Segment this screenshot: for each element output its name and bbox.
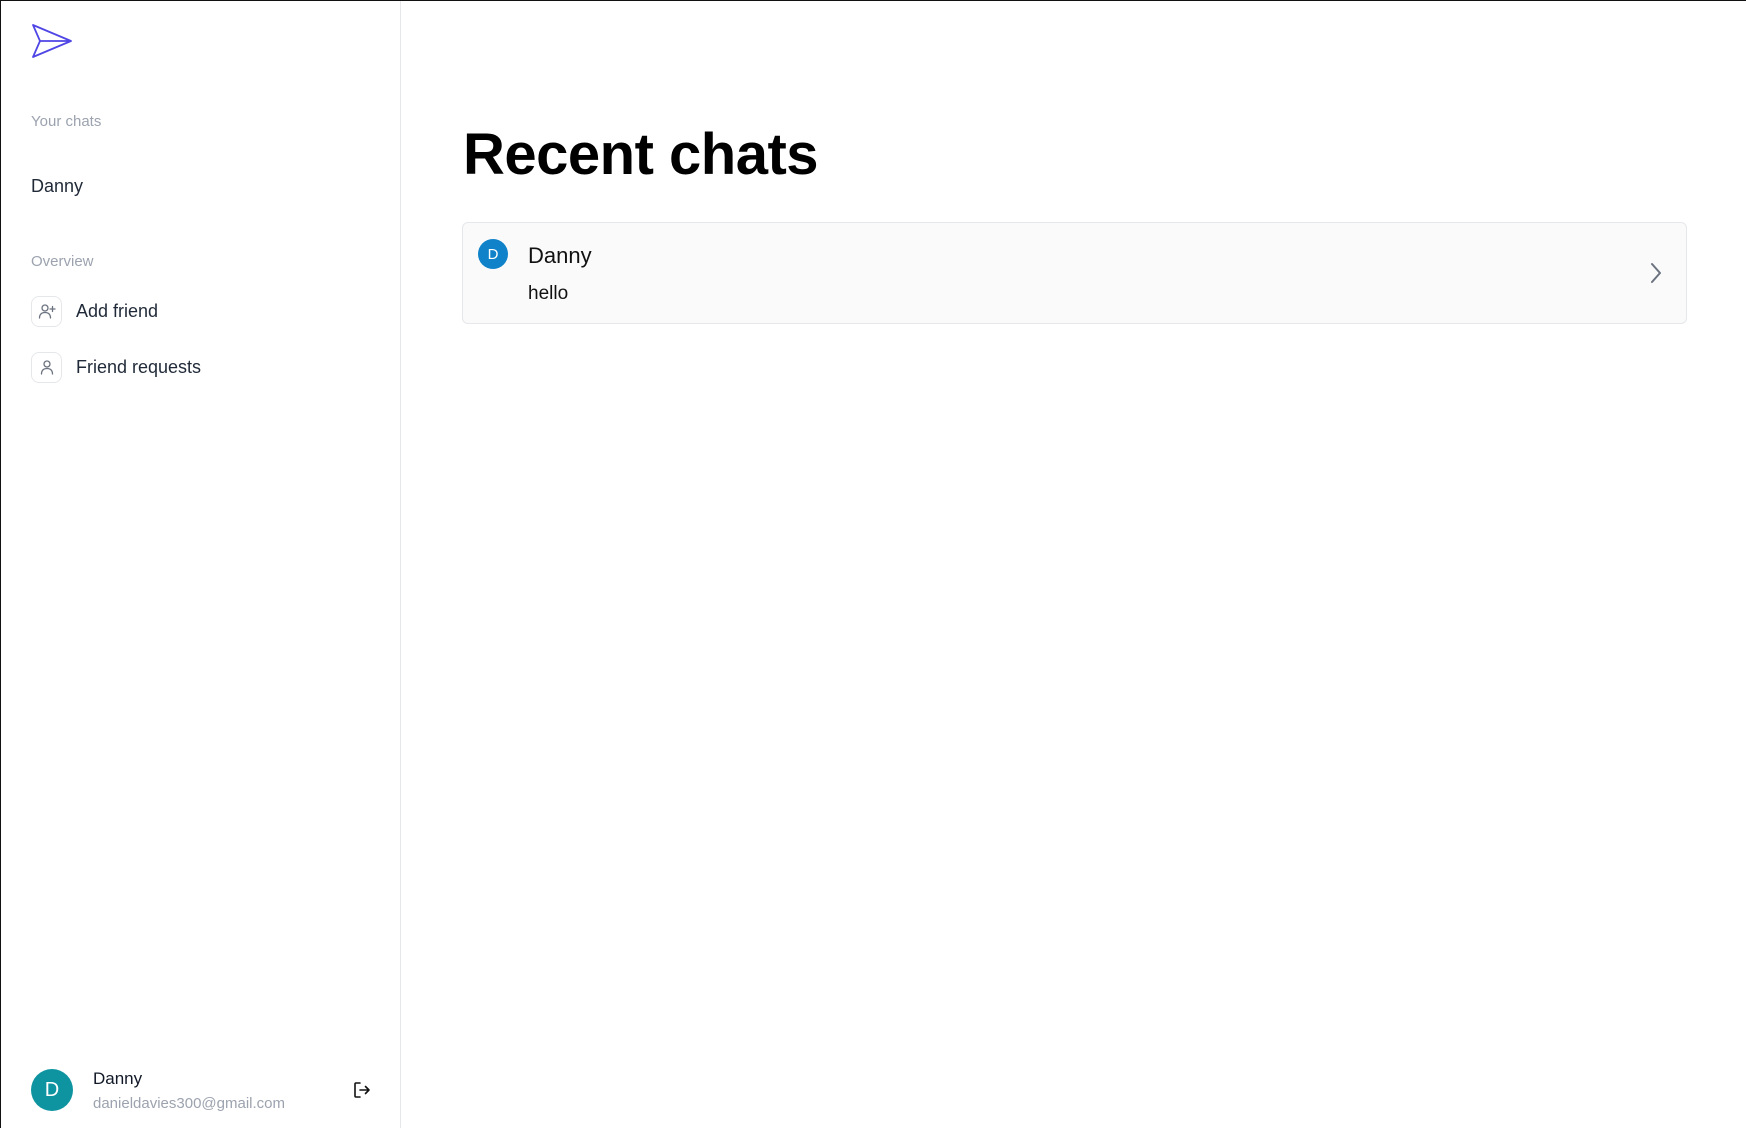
overview-label: Overview	[31, 253, 94, 270]
page-title: Recent chats	[463, 122, 819, 187]
profile-email: danieldavies300@gmail.com	[93, 1094, 285, 1112]
your-chats-label: Your chats	[31, 113, 102, 130]
user-icon	[31, 351, 62, 383]
user-plus-icon	[31, 295, 62, 327]
sidebar-chat-danny[interactable]: Danny	[31, 176, 83, 197]
chat-name: Danny	[528, 243, 592, 268]
app-window: Your chats Danny Overview Add friend Fri…	[0, 0, 1746, 1128]
sidebar-item-label: Add friend	[76, 300, 159, 321]
sidebar-item-add-friend[interactable]: Add friend	[31, 295, 158, 327]
avatar: D	[478, 239, 508, 269]
user-profile: D Danny danieldavies300@gmail.com	[31, 1068, 376, 1112]
paper-plane-icon[interactable]	[31, 23, 73, 61]
profile-name: Danny	[93, 1068, 143, 1088]
main-content: Recent chats D Danny hello	[401, 1, 1746, 1128]
recent-chat-item[interactable]: D Danny hello	[462, 222, 1687, 324]
chat-last-message: hello	[528, 283, 569, 304]
sidebar-item-friend-requests[interactable]: Friend requests	[31, 351, 201, 383]
logout-icon	[354, 1082, 370, 1098]
sidebar-item-label: Friend requests	[76, 356, 202, 377]
chevron-right-icon	[1648, 261, 1664, 285]
avatar: D	[31, 1069, 73, 1111]
logout-button[interactable]	[350, 1078, 374, 1102]
sidebar: Your chats Danny Overview Add friend Fri…	[1, 1, 401, 1128]
